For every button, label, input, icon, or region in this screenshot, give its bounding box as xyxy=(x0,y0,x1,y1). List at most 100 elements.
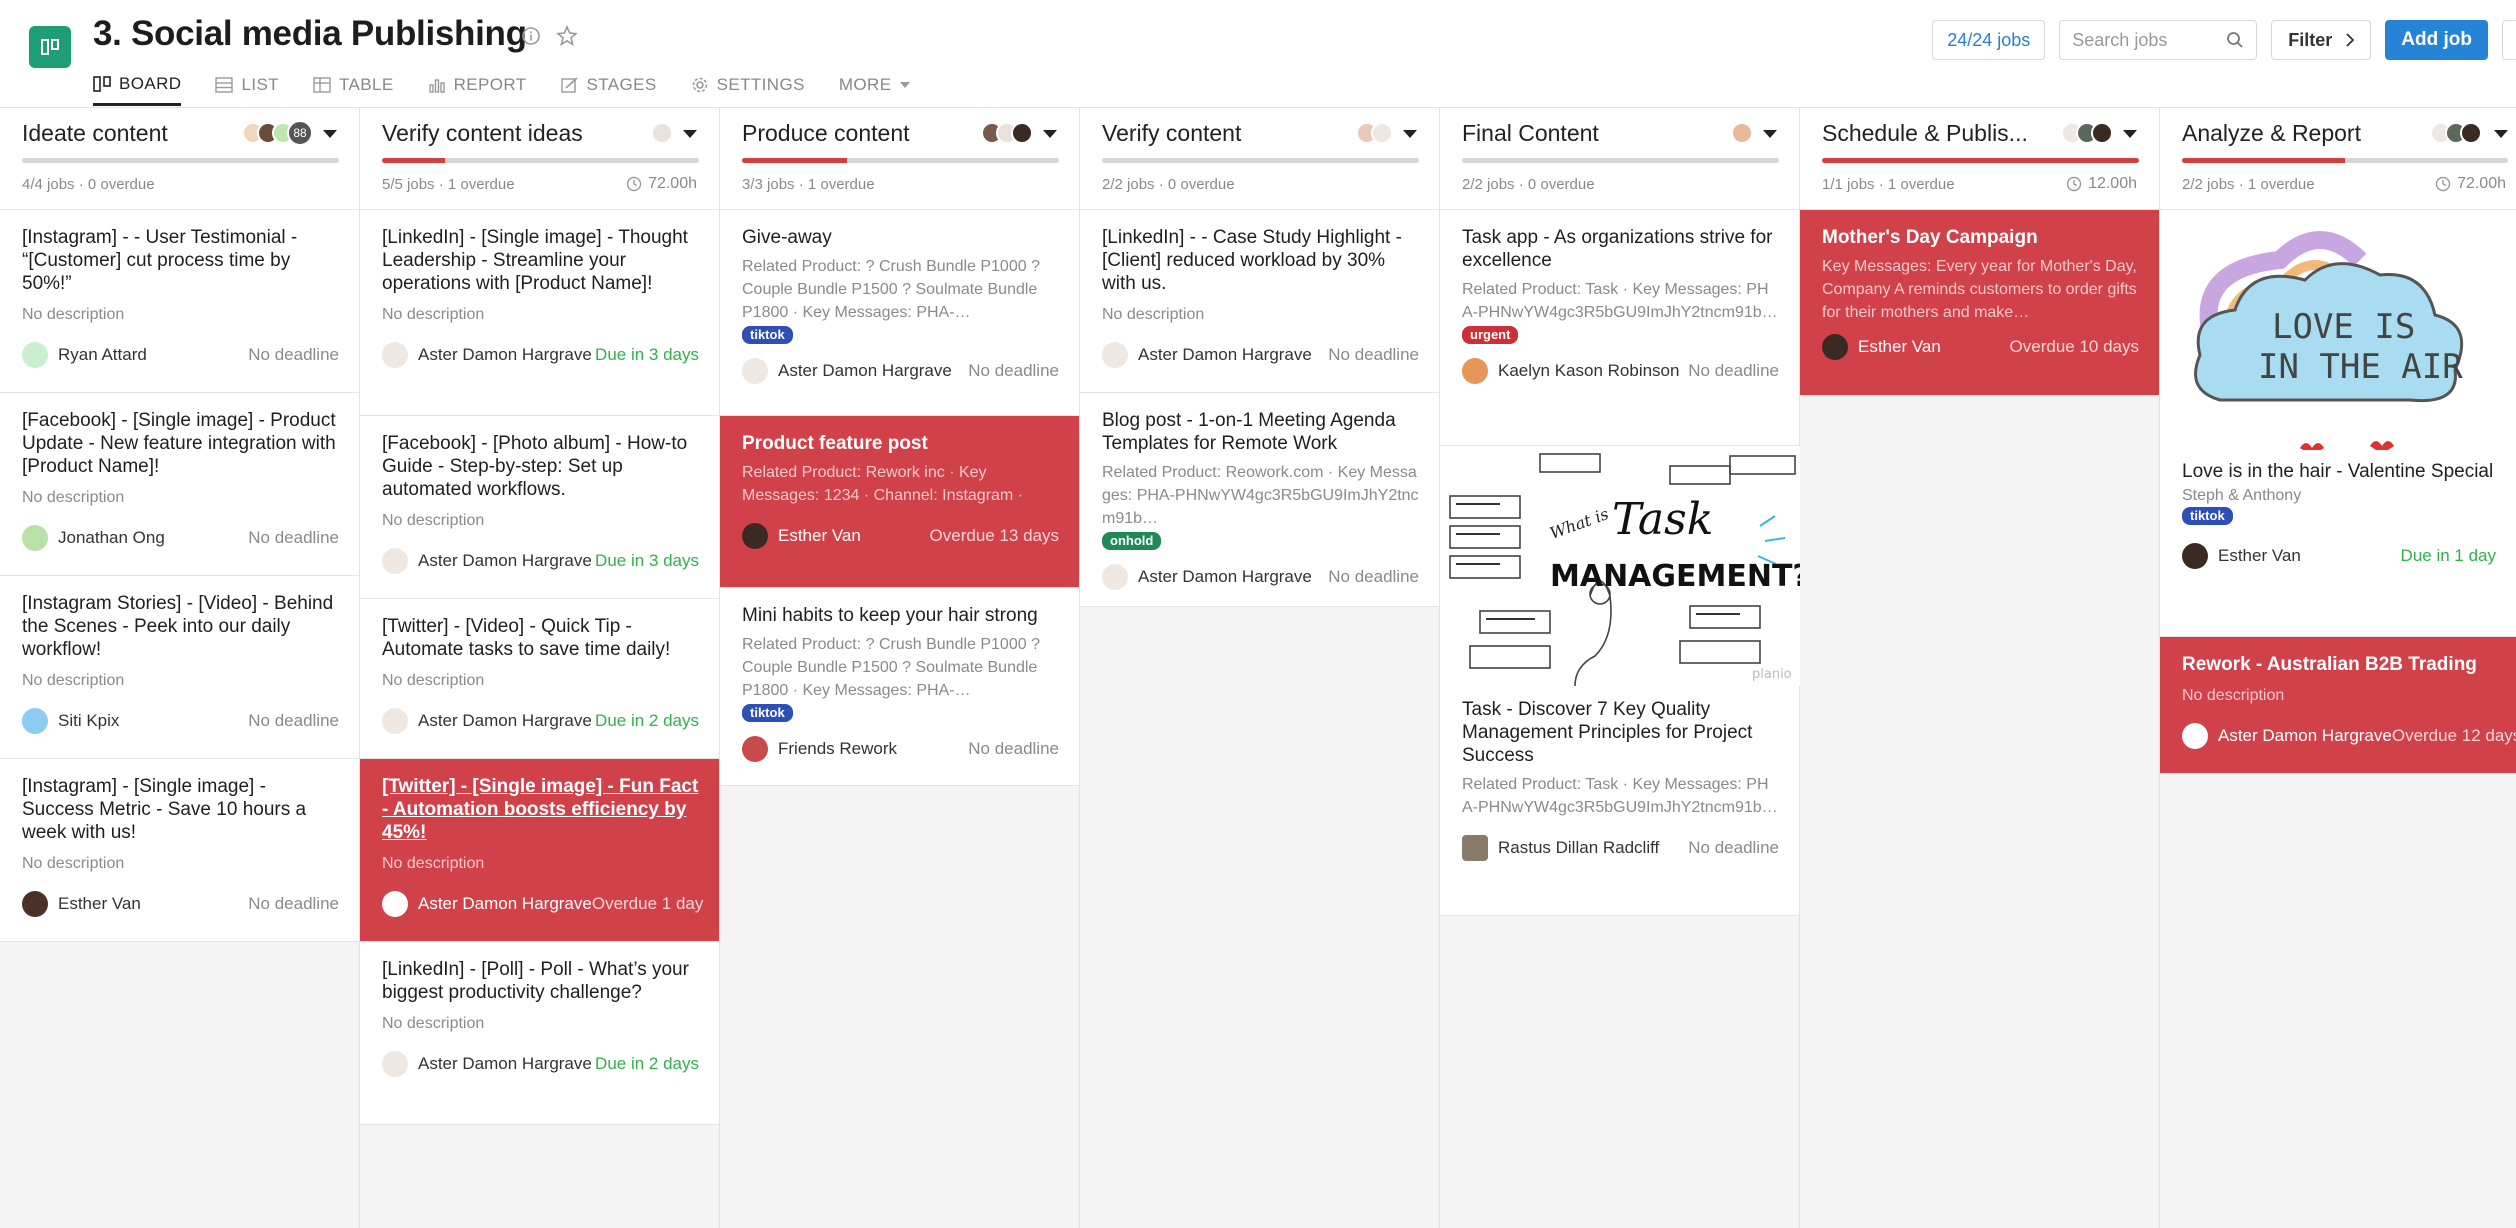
job-card[interactable]: Task app - As organizations strive for e… xyxy=(1440,210,1799,446)
search-input[interactable] xyxy=(2072,29,2213,51)
avatar xyxy=(651,122,673,144)
deadline: No deadline xyxy=(248,345,339,364)
filter-button[interactable]: Filter xyxy=(2271,20,2372,60)
column-avatars[interactable]: 88 xyxy=(242,120,313,146)
card-title-link[interactable]: [Twitter] - [Single image] - Fun Fact - … xyxy=(382,775,699,844)
deadline: No deadline xyxy=(968,361,1059,380)
column-hours: 72.00h xyxy=(626,175,697,193)
job-card[interactable]: [Instagram Stories] - [Video] - Behind t… xyxy=(0,576,359,759)
avatar xyxy=(382,548,408,574)
card-title: Task - Discover 7 Key Quality Management… xyxy=(1462,699,1753,766)
card-title: [Twitter] - [Video] - Quick Tip - Automa… xyxy=(382,616,671,660)
column-verify-content-ideas: Verify content ideas 5/5 jobs · 1 overdu… xyxy=(360,108,720,1228)
assignee-name: Aster Damon Hargrave xyxy=(418,894,592,913)
job-card-overdue[interactable]: Rework - Australian B2B Trading No descr… xyxy=(2160,637,2516,774)
assignee-name: Jonathan Ong xyxy=(58,528,165,547)
tab-settings[interactable]: SETTINGS xyxy=(691,64,805,106)
column-menu-caret-icon[interactable] xyxy=(2123,130,2137,138)
tab-stages[interactable]: STAGES xyxy=(560,64,657,106)
column-avatars[interactable] xyxy=(981,122,1033,144)
column-avatars[interactable] xyxy=(1356,122,1393,144)
illustration-text: MANAGEMENT? xyxy=(1550,559,1800,594)
search-icon[interactable] xyxy=(2226,31,2244,49)
assignee-name: Esther Van xyxy=(58,894,141,913)
jobs-count-button[interactable]: 24/24 jobs xyxy=(1932,20,2046,60)
column-progress-fill xyxy=(2182,158,2345,163)
card-title: Product feature post xyxy=(742,433,928,454)
column-meta: 4/4 jobs · 0 overdue xyxy=(22,176,155,193)
job-card-overdue[interactable]: [Twitter] - [Single image] - Fun Fact - … xyxy=(360,759,719,942)
column-title: Verify content ideas xyxy=(382,120,583,146)
avatar xyxy=(742,736,768,762)
app-header: 3. Social media Publishing BOARD LIST TA… xyxy=(0,0,2516,108)
job-card-overdue[interactable]: Product feature post Related Product: Re… xyxy=(720,416,1079,588)
assignee-name: Aster Damon Hargrave xyxy=(418,551,592,570)
job-card[interactable]: [Instagram] - [Single image] - Success M… xyxy=(0,759,359,942)
column-menu-caret-icon[interactable] xyxy=(2494,130,2508,138)
column-menu-caret-icon[interactable] xyxy=(683,130,697,138)
gear-icon xyxy=(692,77,707,93)
job-card[interactable]: [Facebook] - [Single image] - Product Up… xyxy=(0,393,359,576)
column-header[interactable]: Verify content ideas 5/5 jobs · 1 overdu… xyxy=(360,108,719,210)
deadline: Due in 3 days xyxy=(595,345,699,364)
column-progress xyxy=(2182,158,2508,163)
column-title: Analyze & Report xyxy=(2182,120,2361,146)
card-description: No description xyxy=(22,306,125,323)
column-meta: 3/3 jobs · 1 overdue xyxy=(742,176,875,193)
column-avatars[interactable] xyxy=(651,122,673,144)
card-description: No description xyxy=(2182,687,2285,704)
tab-board[interactable]: BOARD xyxy=(93,64,182,106)
column-header[interactable]: Ideate content 88 4/4 jobs · 0 overdue xyxy=(0,108,359,210)
avatar xyxy=(1731,122,1753,144)
tag-badge: tiktok xyxy=(742,326,793,344)
avatar xyxy=(1011,122,1033,144)
tab-more[interactable]: MORE xyxy=(839,64,912,106)
column-avatars[interactable] xyxy=(2061,122,2113,144)
job-card[interactable]: [LinkedIn] - [Single image] - Thought Le… xyxy=(360,210,719,416)
card-description: Related Product: Task · Key Messages: PH… xyxy=(1462,776,1778,816)
job-card-with-image[interactable]: What is Task MANAGEMENT? planio Task - D… xyxy=(1440,446,1800,916)
card-title: Blog post - 1-on-1 Meeting Agenda Templa… xyxy=(1102,410,1396,454)
star-icon[interactable] xyxy=(556,25,578,47)
column-avatars[interactable] xyxy=(2430,122,2482,144)
assignee-name: Aster Damon Hargrave xyxy=(418,345,592,364)
card-title: [Instagram Stories] - [Video] - Behind t… xyxy=(22,593,334,660)
column-menu-caret-icon[interactable] xyxy=(1403,130,1417,138)
add-job-button[interactable]: Add job xyxy=(2385,20,2488,60)
card-title: [Instagram] - - User Testimonial - “[Cus… xyxy=(22,227,298,294)
job-card[interactable]: [LinkedIn] - - Case Study Highlight - [C… xyxy=(1080,210,1439,393)
assignee-name: Aster Damon Hargrave xyxy=(418,711,592,730)
job-card[interactable]: Give-away Related Product: ? Crush Bundl… xyxy=(720,210,1079,416)
column-menu-caret-icon[interactable] xyxy=(323,130,337,138)
info-icon[interactable] xyxy=(520,25,542,47)
assignee-name: Kaelyn Kason Robinson xyxy=(1498,361,1680,380)
column-header[interactable]: Verify content 2/2 jobs · 0 overdue xyxy=(1080,108,1439,210)
column-header[interactable]: Final Content 2/2 jobs · 0 overdue xyxy=(1440,108,1799,210)
tab-report[interactable]: REPORT xyxy=(428,64,527,106)
card-description: No description xyxy=(22,855,125,872)
job-card[interactable]: [LinkedIn] - [Poll] - Poll - What’s your… xyxy=(360,942,719,1125)
avatar xyxy=(1462,358,1488,384)
tab-table[interactable]: TABLE xyxy=(313,64,394,106)
assignee-name: Aster Damon Hargrave xyxy=(2218,726,2392,745)
deadline: No deadline xyxy=(1328,345,1419,364)
more-actions-button[interactable] xyxy=(2502,20,2516,60)
job-card-with-image[interactable]: LOVE IS IN THE AIR Love is in the hair -… xyxy=(2160,210,2516,637)
column-avatars[interactable] xyxy=(1731,122,1753,144)
job-card[interactable]: Mini habits to keep your hair strong Rel… xyxy=(720,588,1079,786)
job-card[interactable]: Blog post - 1-on-1 Meeting Agenda Templa… xyxy=(1080,393,1439,607)
tab-list[interactable]: LIST xyxy=(215,64,279,106)
column-header[interactable]: Produce content 3/3 jobs · 1 overdue xyxy=(720,108,1079,210)
column-menu-caret-icon[interactable] xyxy=(1043,130,1057,138)
job-card[interactable]: [Facebook] - [Photo album] - How-to Guid… xyxy=(360,416,719,599)
avatar xyxy=(2182,723,2208,749)
job-card[interactable]: [Instagram] - - User Testimonial - “[Cus… xyxy=(0,210,359,393)
column-progress xyxy=(742,158,1059,163)
board-app-icon[interactable] xyxy=(29,26,71,68)
column-verify-content: Verify content 2/2 jobs · 0 overdue [Lin… xyxy=(1080,108,1440,1228)
column-menu-caret-icon[interactable] xyxy=(1763,130,1777,138)
job-card[interactable]: [Twitter] - [Video] - Quick Tip - Automa… xyxy=(360,599,719,759)
job-card-overdue[interactable]: Mother's Day Campaign Key Messages: Ever… xyxy=(1800,210,2159,396)
column-header[interactable]: Analyze & Report 2/2 jobs · 1 overdue 72… xyxy=(2160,108,2516,210)
column-header[interactable]: Schedule & Publis... 1/1 jobs · 1 overdu… xyxy=(1800,108,2159,210)
